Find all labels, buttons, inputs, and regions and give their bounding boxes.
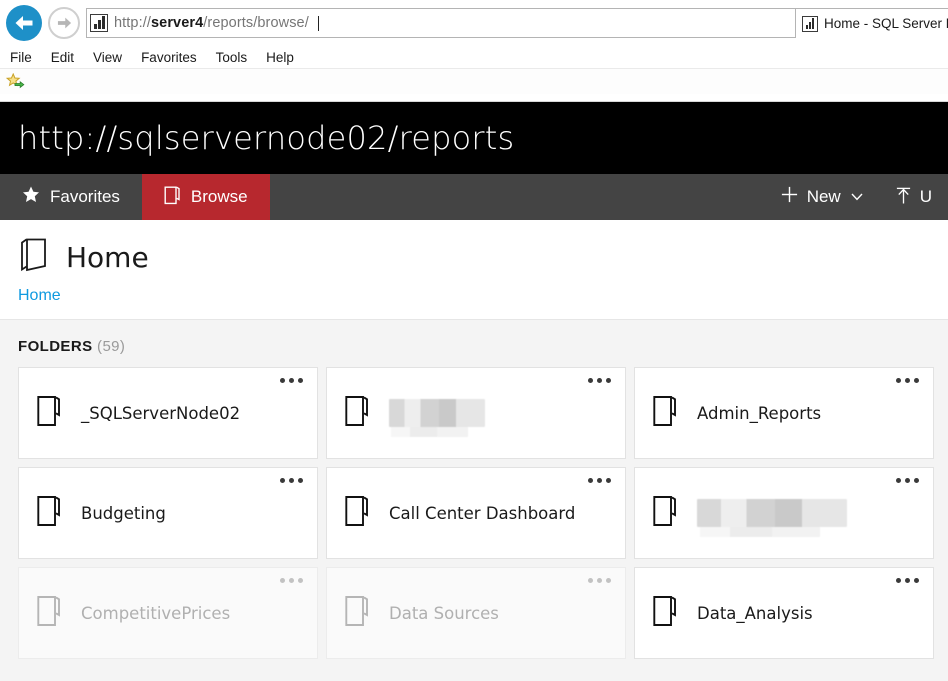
browser-chrome: http://server4/reports/browse/ Home - SQ… (0, 0, 948, 102)
folder-tile[interactable]: Admin_Reports (634, 367, 934, 459)
menu-item-tools[interactable]: Tools (216, 50, 258, 65)
menu-item-favorites[interactable]: Favorites (141, 50, 207, 65)
folder-tile[interactable]: _SQLServerNode02 (18, 367, 318, 459)
menu-item-view[interactable]: View (93, 50, 132, 65)
folder-tile-label: _SQLServerNode02 (81, 403, 241, 423)
nav-tab-browse-label: Browse (190, 187, 248, 206)
address-bar-row: http://server4/reports/browse/ Home - SQ… (0, 0, 948, 46)
portal-header: http://sqlservernode02/reports (0, 102, 948, 174)
folder-icon (37, 594, 63, 633)
folder-icon (653, 594, 679, 633)
upload-arrow-icon (895, 185, 912, 210)
back-button[interactable] (6, 5, 42, 41)
more-options-icon[interactable] (280, 578, 303, 583)
folder-tile-grid: _SQLServerNode02 Admin_Reports Budgeting… (0, 367, 948, 659)
page-title: Home (66, 241, 149, 274)
forward-arrow-icon (57, 17, 71, 29)
folder-tile-label: Call Center Dashboard (389, 503, 576, 523)
more-options-icon[interactable] (280, 378, 303, 383)
chevron-down-icon (851, 190, 863, 204)
folder-tile[interactable] (326, 367, 626, 459)
folder-icon (653, 494, 679, 533)
folder-icon (653, 394, 679, 433)
folder-icon (345, 494, 371, 533)
page-title-row: Home (18, 236, 948, 279)
portal-nav-bar: Favorites Browse New U (0, 174, 948, 220)
nav-tab-browse[interactable]: Browse (141, 174, 270, 220)
folder-icon (37, 494, 63, 533)
star-icon (22, 186, 40, 208)
browser-tab[interactable]: Home - SQL Server Repo (795, 8, 948, 38)
nav-tab-favorites[interactable]: Favorites (0, 174, 142, 220)
section-label: FOLDERS (18, 338, 93, 355)
folder-tile[interactable]: Data_Analysis (634, 567, 934, 659)
upload-button[interactable]: U (879, 174, 948, 220)
text-caret (317, 15, 319, 31)
tab-title: Home - SQL Server Repo (824, 16, 948, 31)
new-button-label: New (806, 187, 841, 206)
folder-tile[interactable] (634, 467, 934, 559)
favorites-bar (0, 68, 948, 94)
folder-tile-label: Budgeting (81, 503, 166, 523)
folder-tile-label: Data Sources (389, 603, 499, 623)
page-header-area: Home Home (0, 220, 948, 320)
more-options-icon[interactable] (588, 478, 611, 483)
menu-item-help[interactable]: Help (266, 50, 304, 65)
more-options-icon[interactable] (896, 478, 919, 483)
folder-tile-label: CompetitivePrices (81, 603, 231, 623)
more-options-icon[interactable] (280, 478, 303, 483)
folder-tile-label-redacted (389, 399, 485, 437)
address-url-text: http://server4/reports/browse/ (114, 15, 309, 31)
section-count: (59) (97, 338, 126, 355)
forward-button[interactable] (48, 7, 80, 39)
menu-bar: File Edit View Favorites Tools Help (0, 46, 948, 68)
add-to-favorites-bar-icon[interactable] (5, 72, 26, 91)
upload-button-label: U (919, 187, 932, 206)
address-favicon-icon (90, 14, 108, 32)
nav-tab-favorites-label: Favorites (50, 187, 120, 206)
new-button[interactable]: New (764, 174, 879, 220)
menu-item-file[interactable]: File (10, 50, 42, 65)
breadcrumb[interactable]: Home (18, 287, 948, 305)
more-options-icon[interactable] (896, 378, 919, 383)
folder-icon (345, 394, 371, 433)
folder-tile[interactable]: Budgeting (18, 467, 318, 559)
folder-tile-label-redacted (697, 499, 847, 537)
menu-item-edit[interactable]: Edit (51, 50, 84, 65)
more-options-icon[interactable] (588, 378, 611, 383)
folder-tile[interactable]: CompetitivePrices (18, 567, 318, 659)
more-options-icon[interactable] (588, 578, 611, 583)
portal-header-title: http://sqlservernode02/reports (18, 119, 515, 157)
back-arrow-icon (15, 16, 33, 30)
tab-favicon-icon (802, 15, 818, 32)
content-area: FOLDERS (59) _SQLServerNode02 Admin_Repo… (0, 320, 948, 681)
breadcrumb-item-home[interactable]: Home (18, 287, 61, 304)
folder-tile[interactable]: Call Center Dashboard (326, 467, 626, 559)
page-folder-icon (18, 236, 52, 279)
folder-icon (37, 394, 63, 433)
folder-tile[interactable]: Data Sources (326, 567, 626, 659)
folder-icon (164, 185, 181, 210)
folder-icon (345, 594, 371, 633)
section-header-folders: FOLDERS (59) (0, 338, 948, 355)
portal-nav-actions: New U (764, 174, 948, 220)
folder-tile-label: Admin_Reports (697, 403, 822, 423)
folder-tile-label: Data_Analysis (697, 603, 813, 623)
more-options-icon[interactable] (896, 578, 919, 583)
plus-icon (780, 185, 799, 209)
